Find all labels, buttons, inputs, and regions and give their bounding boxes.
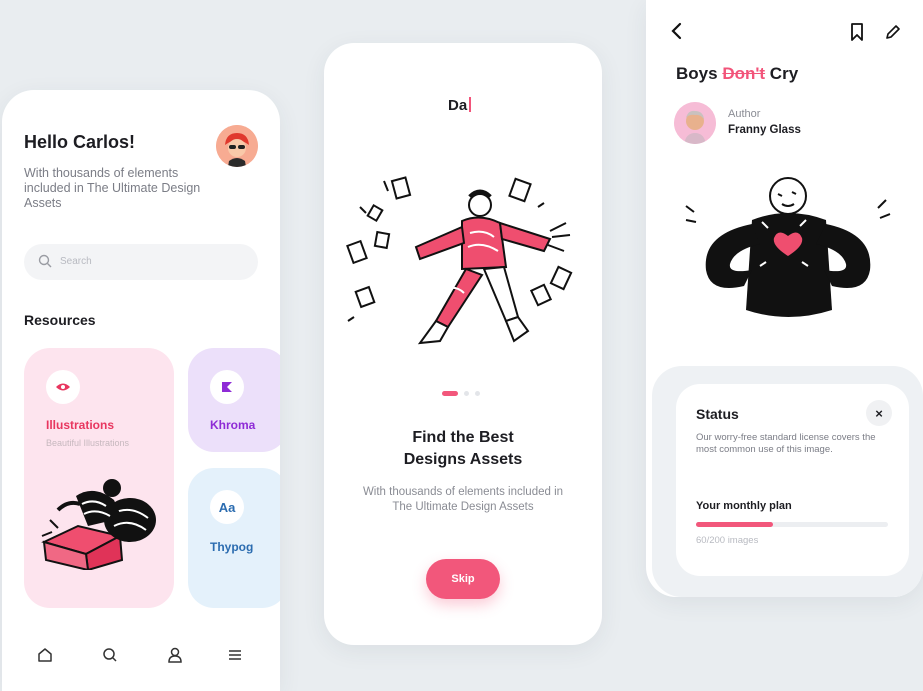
bookmark-icon[interactable] — [850, 23, 864, 41]
page-dot[interactable] — [475, 391, 480, 396]
khroma-logo-icon — [210, 370, 244, 404]
license-text: Our worry-free standard license covers t… — [696, 432, 876, 455]
title-strike-word: Don't — [722, 64, 766, 83]
card-khroma[interactable]: Khroma — [188, 348, 280, 452]
close-button[interactable]: × — [866, 400, 892, 426]
card-illustrations[interactable]: Illustrations Beautiful Illustrations — [24, 348, 174, 608]
cursor-mark — [469, 97, 472, 112]
author-avatar[interactable] — [674, 102, 716, 144]
edit-pencil-icon[interactable] — [884, 23, 902, 41]
status-title: Status — [696, 406, 739, 422]
heading-line: Find the Best — [412, 429, 514, 446]
bottom-nav — [2, 640, 280, 670]
profile-icon[interactable] — [166, 646, 184, 664]
eye-icon — [46, 370, 80, 404]
status-card: Status × Our worry-free standard license… — [676, 384, 909, 576]
back-arrow-icon[interactable] — [670, 22, 684, 40]
search-placeholder: Search — [60, 256, 92, 267]
card-typography[interactable]: Aa Thypog — [188, 468, 280, 608]
home-icon[interactable] — [36, 646, 54, 664]
author-label: Author — [728, 108, 761, 120]
heading-line: Designs Assets — [403, 451, 523, 468]
page-dot-active[interactable] — [442, 391, 458, 396]
page-indicator — [442, 391, 492, 397]
app-logo: Da — [448, 97, 472, 114]
card-title: Khroma — [210, 418, 256, 432]
title-word: Boys — [676, 64, 718, 83]
plan-label: Your monthly plan — [696, 500, 792, 512]
search-icon — [38, 254, 52, 268]
page-dot[interactable] — [464, 391, 469, 396]
card-subtitle: Beautiful Illustrations — [46, 438, 130, 448]
detail-screen: Boys Don't Cry Author Franny Glass Statu… — [646, 0, 923, 597]
title-word: Cry — [769, 64, 799, 83]
onboarding-screen: Da Find the Best Designs Assets With tho… — [324, 43, 602, 645]
onboarding-subtitle: With thousands of elements included in T… — [362, 486, 564, 513]
search-input[interactable]: Search — [24, 244, 258, 280]
running-man-illustration — [346, 176, 573, 345]
book-title: Boys Don't Cry — [676, 64, 798, 84]
skip-button[interactable]: Skip — [426, 559, 500, 599]
card-title: Thypog — [210, 540, 254, 554]
home-screen: Hello Carlos! With thousands of elements… — [2, 90, 280, 691]
usage-progress-bar — [696, 522, 888, 527]
section-title: Resources — [24, 312, 96, 328]
status-sheet: Status × Our worry-free standard license… — [652, 366, 923, 597]
onboarding-heading: Find the Best Designs Assets — [324, 427, 602, 471]
usage-progress-fill — [696, 522, 773, 527]
greeting-subtitle: With thousands of elements included in T… — [24, 166, 201, 210]
usage-count: 60/200 images — [696, 535, 759, 546]
greeting: Hello Carlos! — [24, 132, 136, 152]
author-name: Franny Glass — [728, 124, 801, 136]
hug-illustration — [685, 177, 891, 317]
avatar[interactable] — [216, 125, 258, 167]
menu-icon[interactable] — [226, 646, 244, 664]
typography-icon: Aa — [210, 490, 244, 524]
card-title: Illustrations — [46, 418, 115, 432]
box-illustration — [41, 479, 156, 570]
logo-text: Da — [448, 97, 468, 114]
search-icon[interactable] — [101, 646, 119, 664]
